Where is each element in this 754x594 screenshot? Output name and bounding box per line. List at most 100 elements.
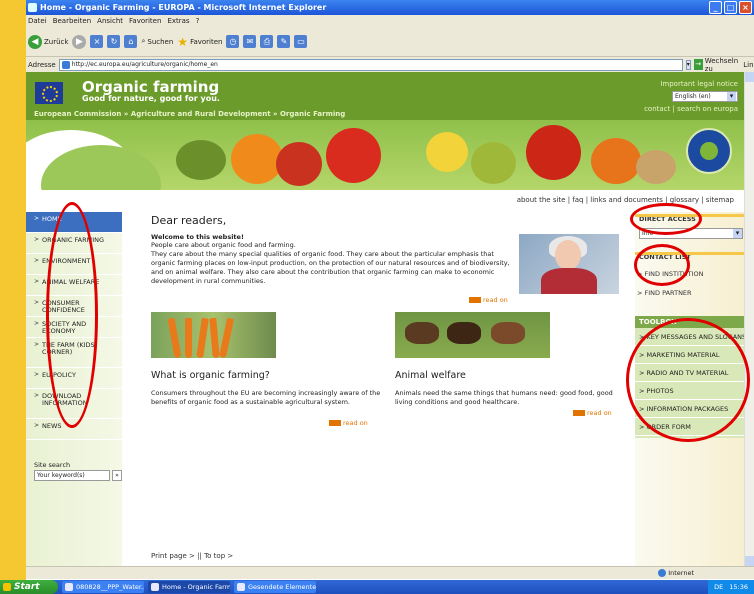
site-slogan: Good for nature, good for you. bbox=[82, 94, 220, 103]
breadcrumb[interactable]: European Commission » Agriculture and Ru… bbox=[34, 110, 345, 118]
bullet-icon: > bbox=[34, 341, 40, 348]
direct-access-select[interactable]: Info bbox=[639, 228, 743, 239]
main-content: Dear readers, Welcome to this website! P… bbox=[151, 212, 631, 566]
nav-news[interactable]: > NEWS bbox=[26, 419, 122, 440]
arrow-icon bbox=[329, 420, 341, 426]
go-arrow-icon: → bbox=[693, 59, 703, 70]
search-icon: ⌕ bbox=[141, 37, 146, 45]
nav-eu-policy[interactable]: > EU POLICY bbox=[26, 368, 122, 389]
close-button[interactable]: × bbox=[739, 1, 752, 14]
menu-extras[interactable]: Extras bbox=[167, 15, 189, 27]
address-input[interactable]: http://ec.europa.eu/agriculture/organic/… bbox=[58, 58, 683, 71]
read-on-link-animal[interactable]: read on bbox=[573, 409, 612, 417]
portrait-image bbox=[519, 234, 619, 294]
nav-download-information[interactable]: > DOWNLOAD INFORMATION bbox=[26, 389, 122, 419]
top-links[interactable]: about the site | faq | links and documen… bbox=[26, 196, 734, 204]
lemon-image bbox=[426, 132, 468, 172]
task-ppp-water[interactable]: 080828__PPP_Water... bbox=[62, 581, 144, 593]
search-label: Suchen bbox=[147, 37, 174, 46]
nav-label: ORGANIC FARMING bbox=[42, 236, 105, 244]
toolbox-photos[interactable]: > PHOTOS bbox=[635, 382, 744, 400]
toolbox-marketing-material[interactable]: > MARKETING MATERIAL bbox=[635, 346, 744, 364]
legal-notice-link[interactable]: Important legal notice bbox=[660, 80, 738, 88]
section-title-animal-welfare[interactable]: Animal welfare bbox=[395, 370, 466, 381]
mail-button[interactable]: ✉ bbox=[243, 35, 257, 48]
folder-button[interactable]: ▭ bbox=[294, 35, 308, 48]
carrots-photo[interactable] bbox=[151, 312, 276, 358]
print-button[interactable]: ⎙ bbox=[260, 35, 274, 48]
globe-icon bbox=[658, 569, 667, 577]
tomato-image bbox=[276, 142, 322, 186]
site-search-input[interactable]: Your keyword(s) bbox=[34, 470, 110, 481]
section-text-animal-welfare: Animals need the same things that humans… bbox=[395, 389, 613, 406]
vertical-scrollbar[interactable] bbox=[744, 72, 754, 566]
forward-button[interactable]: ▶ bbox=[72, 34, 87, 49]
arrow-icon bbox=[469, 297, 481, 303]
nav-the-farm[interactable]: > THE FARM (KIDS' CORNER) bbox=[26, 338, 122, 368]
toolbox-info-packages[interactable]: > INFORMATION PACKAGES bbox=[635, 400, 744, 418]
tool-bar: ◀ Zurück ▶ × ↻ ⌂ ⌕ Suchen ★ Favoriten ◷ ✉ ⎙… bbox=[26, 27, 754, 57]
ie-icon bbox=[28, 3, 37, 12]
go-button[interactable]: → Wechseln zu bbox=[693, 57, 740, 73]
site-header: Organic farming Good for nature, good fo… bbox=[26, 72, 744, 120]
history-button[interactable]: ◷ bbox=[226, 35, 240, 48]
read-on-link-intro[interactable]: read on bbox=[469, 296, 508, 304]
menu-ansicht[interactable]: Ansicht bbox=[97, 15, 123, 27]
nav-consumer-confidence[interactable]: > CONSUMER CONFIDENCE bbox=[26, 296, 122, 317]
stop-button[interactable]: × bbox=[90, 35, 104, 48]
refresh-button[interactable]: ↻ bbox=[107, 35, 121, 48]
maximize-button[interactable]: □ bbox=[724, 1, 737, 14]
nav-label: SOCIETY AND ECONOMY bbox=[42, 320, 87, 336]
menu-help[interactable]: ? bbox=[196, 15, 200, 27]
language-indicator[interactable]: DE bbox=[714, 580, 723, 594]
toolbox-panel: TOOLBOX > KEY MESSAGES AND SLOGANS > MAR… bbox=[635, 316, 744, 438]
language-select[interactable]: English (en) bbox=[672, 91, 738, 102]
section-title-organic-farming[interactable]: What is organic farming? bbox=[151, 370, 270, 381]
link-label: ORDER FORM bbox=[646, 423, 691, 431]
eu-flag-logo[interactable] bbox=[35, 82, 63, 104]
read-on-link-organic[interactable]: read on bbox=[329, 419, 368, 427]
menu-datei[interactable]: Datei bbox=[28, 15, 47, 27]
toolbox-radio-tv[interactable]: > RADIO AND TV MATERIAL bbox=[635, 364, 744, 382]
nav-label: CONSUMER CONFIDENCE bbox=[42, 299, 85, 315]
find-partner-link[interactable]: > FIND PARTNER bbox=[637, 289, 692, 297]
contact-list-heading: CONTACT LIST bbox=[635, 252, 744, 262]
site-search-button[interactable]: » bbox=[112, 470, 122, 481]
find-institution-link[interactable]: > FIND INSTITUTION bbox=[637, 270, 704, 278]
task-organic-farming[interactable]: Home - Organic Farmi... bbox=[148, 581, 230, 593]
cows-photo[interactable] bbox=[395, 312, 550, 358]
home-button[interactable]: ⌂ bbox=[124, 35, 138, 48]
cabbage-image bbox=[176, 140, 226, 180]
cow-shape bbox=[491, 322, 525, 344]
menu-bearbeiten[interactable]: Bearbeiten bbox=[53, 15, 91, 27]
start-button[interactable]: Start bbox=[0, 580, 58, 594]
edit-button[interactable]: ✎ bbox=[277, 35, 291, 48]
scroll-up-icon[interactable] bbox=[745, 72, 754, 82]
taskbar: Start 080828__PPP_Water... Home - Organi… bbox=[0, 580, 754, 594]
nav-environment[interactable]: > ENVIRONMENT bbox=[26, 254, 122, 275]
bullet-icon: > bbox=[34, 257, 40, 264]
portrait-face bbox=[555, 240, 581, 270]
search-button[interactable]: ⌕ Suchen bbox=[141, 37, 173, 46]
bullet-icon: > bbox=[34, 278, 40, 285]
scroll-down-icon[interactable] bbox=[745, 556, 754, 566]
nav-home[interactable]: > HOME bbox=[26, 212, 122, 233]
contact-search-links[interactable]: contact | search on europa bbox=[644, 105, 738, 113]
toolbox-key-messages[interactable]: > KEY MESSAGES AND SLOGANS bbox=[635, 328, 744, 346]
task-sent-items[interactable]: Gesendete Elemente -... bbox=[234, 581, 316, 593]
nav-label: EU POLICY bbox=[42, 371, 76, 379]
links-label[interactable]: Links bbox=[743, 61, 754, 69]
toolbox-order-form[interactable]: > ORDER FORM bbox=[635, 418, 744, 436]
apple-image bbox=[471, 142, 516, 184]
minimize-button[interactable]: _ bbox=[709, 1, 722, 14]
bullet-icon: > bbox=[34, 371, 40, 378]
print-top-links[interactable]: Print page > || To top > bbox=[151, 552, 233, 560]
nav-society-economy[interactable]: > SOCIETY AND ECONOMY bbox=[26, 317, 122, 338]
nav-organic-farming[interactable]: > ORGANIC FARMING bbox=[26, 233, 122, 254]
nav-animal-welfare[interactable]: > ANIMAL WELFARE bbox=[26, 275, 122, 296]
favorites-button[interactable]: ★ Favoriten bbox=[177, 35, 222, 49]
back-button[interactable]: ◀ Zurück bbox=[28, 34, 68, 49]
nav-label: THE FARM (KIDS' CORNER) bbox=[42, 341, 97, 357]
menu-favoriten[interactable]: Favoriten bbox=[129, 15, 161, 27]
address-dropdown[interactable]: ▾ bbox=[685, 59, 691, 70]
